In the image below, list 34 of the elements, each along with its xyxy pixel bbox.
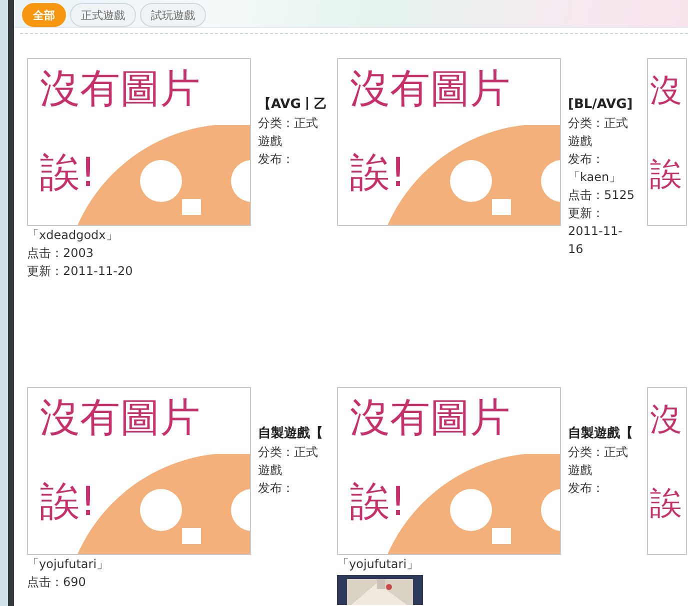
info-text: 分类：正式遊戲 xyxy=(568,444,629,479)
placeholder-text: 誒! xyxy=(40,151,96,195)
info-text: 「xdeadgodx」 xyxy=(27,227,118,244)
info-text: 分类：正式遊戲 xyxy=(568,115,629,150)
info-text: 分类：正式遊戲 xyxy=(258,115,319,150)
placeholder-text: 誒 xyxy=(650,486,682,522)
game-title[interactable]: 自製遊戲【 xyxy=(258,425,323,443)
info-text: 点击：2003 xyxy=(27,245,94,262)
info-text: 发布：「kaen」 xyxy=(568,151,622,186)
info-text: 「yojufutari」 xyxy=(337,556,419,573)
game-title[interactable]: 【AVG丨乙 xyxy=(258,96,327,114)
placeholder-text: 沒有圖片 xyxy=(350,67,510,111)
game-title[interactable]: 自製遊戲【 xyxy=(568,425,633,443)
info-text: 分类：正式遊戲 xyxy=(258,444,319,479)
placeholder-text: 誒! xyxy=(350,480,406,524)
info-text: 点击：690 xyxy=(27,574,86,591)
info-text: 点击：5125 xyxy=(568,187,635,204)
placeholder-text: 沒有圖片 xyxy=(350,396,510,440)
placeholder-text: 誒! xyxy=(350,151,406,195)
placeholder-text: 沒 xyxy=(650,402,682,438)
placeholder-text: 誒 xyxy=(650,157,682,192)
info-text: 「yojufutari」 xyxy=(27,556,109,573)
info-text: 发布： xyxy=(258,151,294,168)
filter-tab[interactable]: 試玩遊戲 xyxy=(140,3,206,27)
placeholder-text: 沒 xyxy=(650,73,682,108)
placeholder-text: 沒有圖片 xyxy=(40,67,200,111)
placeholder-text: 誒! xyxy=(40,480,96,524)
filter-tab[interactable]: 正式遊戲 xyxy=(70,3,136,27)
info-text: 发布： xyxy=(258,480,294,497)
game-title[interactable]: [BL/AVG] xyxy=(568,96,633,114)
info-text: 发布： xyxy=(568,480,604,497)
placeholder-text: 沒有圖片 xyxy=(40,396,200,440)
info-text: 更新：2011-11-20 xyxy=(27,263,133,280)
info-text: 更新：2011-11-16 xyxy=(568,205,624,258)
